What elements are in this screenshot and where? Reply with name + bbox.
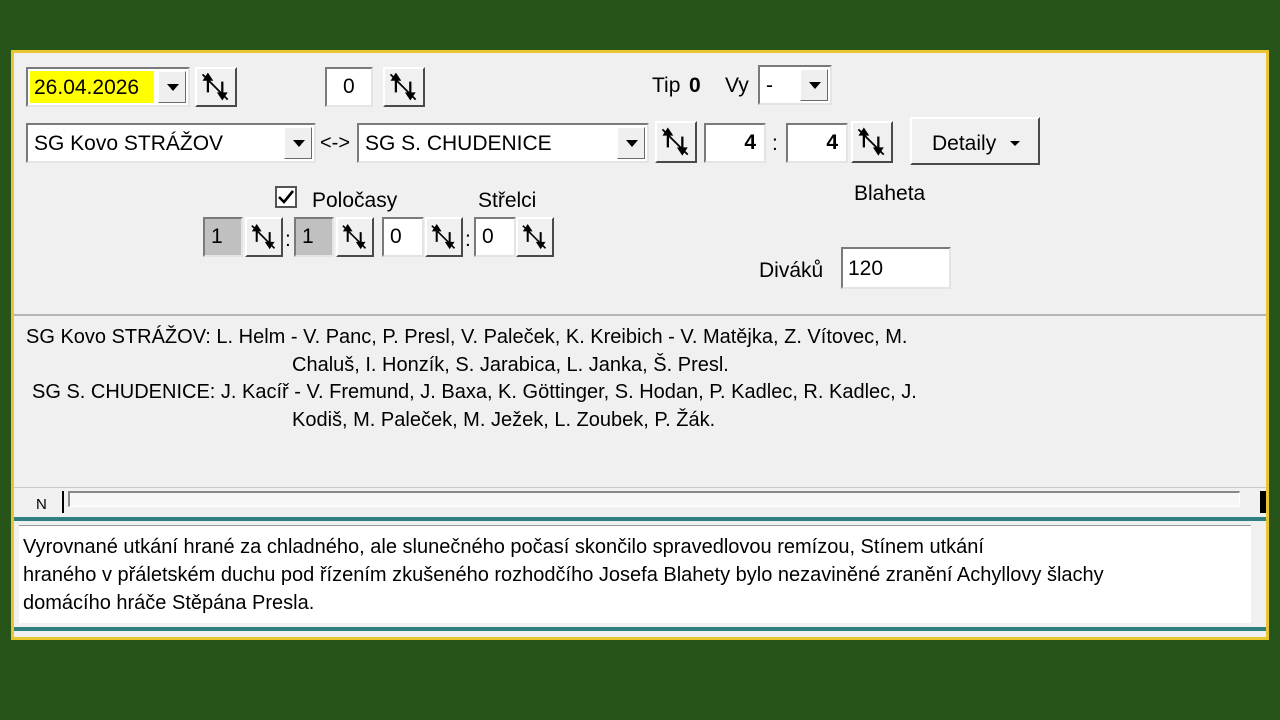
round-value: 0 (343, 75, 355, 98)
teams-separator: <-> (320, 132, 351, 154)
referee-name: Blaheta (854, 182, 926, 205)
teams-spin-button[interactable] (655, 121, 697, 163)
scorers-away-value: 0 (482, 225, 494, 248)
vy-dropdown-arrow-icon[interactable] (800, 69, 828, 101)
spectators-value: 120 (848, 257, 884, 280)
report-line-1: Vyrovnané utkání hrané za chladného, ale… (23, 536, 984, 558)
lineups-divider (14, 314, 1266, 316)
half-home-value: 1 (211, 225, 223, 248)
half-colon: : (285, 228, 291, 251)
report-line-3: domácího hráče Stěpána Presla. (23, 592, 315, 614)
vy-combo[interactable]: - (758, 65, 832, 105)
date-combo[interactable]: 26.04.2026 (26, 67, 190, 107)
home-team-dropdown-arrow-icon[interactable] (284, 127, 312, 159)
score-spin-button[interactable] (851, 121, 893, 163)
toolbar-strip: N (14, 487, 1266, 514)
scorers-label: Střelci (478, 189, 537, 212)
report-textarea[interactable]: Vyrovnané utkání hrané za chladného, ale… (19, 525, 1251, 623)
report-top-rule (14, 517, 1266, 521)
away-team-combo[interactable]: SG S. CHUDENICE (357, 123, 649, 163)
score-home-field[interactable]: 4 (704, 123, 766, 163)
tip-value: 0 (689, 74, 701, 97)
away-lineup-line-1: SG S. CHUDENICE: J. Kacíř - V. Fremund, … (32, 381, 917, 403)
score-colon: : (772, 132, 778, 155)
scorers-colon: : (465, 228, 471, 251)
home-team-value: SG Kovo STRÁŽOV (34, 132, 224, 155)
scorers-home-field[interactable]: 0 (382, 217, 424, 257)
match-editor-panel: 26.04.2026 0 Tip 0 Vy - SG Kovo STRÁŽOV … (11, 50, 1269, 640)
away-team-value: SG S. CHUDENICE (365, 132, 552, 155)
scorers-away-spin-button[interactable] (516, 217, 554, 257)
score-away-field[interactable]: 4 (786, 123, 848, 163)
spectators-label: Diváků (759, 259, 824, 282)
details-dropdown-icon (1010, 141, 1020, 146)
vy-value: - (766, 74, 773, 97)
scorers-home-spin-button[interactable] (425, 217, 463, 257)
half-away-spin-button[interactable] (336, 217, 374, 257)
score-home-value: 4 (744, 131, 756, 154)
halftimes-label: Poločasy (312, 189, 398, 212)
halftimes-checkbox[interactable] (275, 186, 297, 208)
scorers-away-field[interactable]: 0 (474, 217, 516, 257)
tip-label: Tip (652, 74, 681, 97)
report-line-2: hraného v přáletském duchu pod řízením z… (23, 564, 1104, 586)
half-home-spin-button[interactable] (245, 217, 283, 257)
spectators-field[interactable]: 120 (841, 247, 951, 289)
scorers-home-value: 0 (390, 225, 402, 248)
round-spin-button[interactable] (383, 67, 425, 107)
vy-label: Vy (725, 74, 749, 97)
date-dropdown-arrow-icon[interactable] (158, 71, 186, 103)
details-button[interactable]: Detaily (910, 117, 1040, 165)
home-lineup-line-2: Chaluš, I. Honzík, S. Jarabica, L. Janka… (292, 354, 729, 376)
half-away-field[interactable]: 1 (294, 217, 334, 257)
half-away-value: 1 (302, 225, 314, 248)
toolbar-n-button[interactable]: N (36, 496, 47, 513)
date-value: 26.04.2026 (34, 76, 140, 99)
score-away-value: 4 (826, 131, 838, 154)
toolbar-splitter[interactable] (62, 491, 64, 513)
horizontal-scrollbar[interactable] (68, 491, 1240, 507)
away-team-dropdown-arrow-icon[interactable] (617, 127, 645, 159)
half-home-field[interactable]: 1 (203, 217, 243, 257)
report-bottom-rule (14, 627, 1266, 631)
round-field[interactable]: 0 (325, 67, 373, 107)
date-spin-button[interactable] (195, 67, 237, 107)
home-lineup-line-1: SG Kovo STRÁŽOV: L. Helm - V. Panc, P. P… (26, 326, 908, 348)
home-team-combo[interactable]: SG Kovo STRÁŽOV (26, 123, 316, 163)
toolbar-right-edge (1260, 491, 1266, 513)
away-lineup-line-2: Kodiš, M. Paleček, M. Ježek, L. Zoubek, … (292, 409, 716, 431)
details-label: Detaily (932, 132, 997, 155)
